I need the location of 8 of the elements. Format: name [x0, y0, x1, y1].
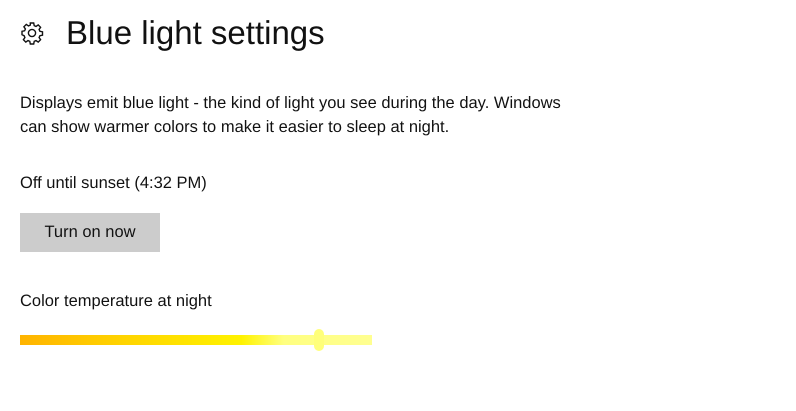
slider-label: Color temperature at night: [20, 291, 213, 312]
turn-on-button[interactable]: Turn on now: [20, 213, 160, 252]
description-text: Displays emit blue light - the kind of light you see during the day. Windows can show warmer colors to make it easier to sleep at night.: [20, 93, 562, 138]
page-title: Blue light settings: [66, 14, 325, 52]
settings-icon: [20, 21, 44, 45]
status-text: Off until sunset (4:32 PM): [20, 173, 208, 194]
slider-thumb[interactable]: [314, 329, 324, 351]
color-temperature-slider[interactable]: [20, 329, 372, 351]
